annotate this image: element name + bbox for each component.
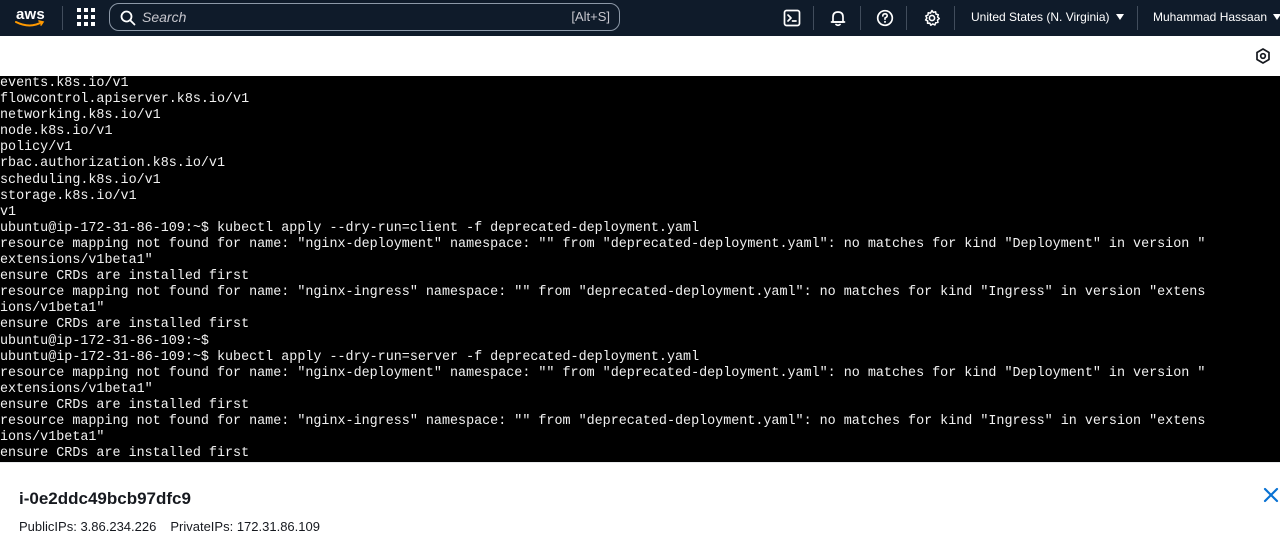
- terminal-line: resource mapping not found for name: "ng…: [0, 236, 1206, 252]
- terminal-line: ions/v1beta1": [0, 430, 105, 446]
- search-icon: [120, 10, 136, 26]
- help-icon[interactable]: [875, 8, 895, 28]
- terminal-line: resource mapping not found for name: "ng…: [0, 413, 1206, 429]
- terminal-line: storage.k8s.io/v1: [0, 188, 137, 204]
- terminal-line: ensure CRDs are installed first: [0, 446, 250, 462]
- terminal-line: node.k8s.io/v1: [0, 124, 113, 140]
- terminal-line: scheduling.k8s.io/v1: [0, 172, 161, 188]
- terminal-line: ensure CRDs are installed first: [0, 397, 250, 413]
- private-ips-label: PrivateIPs:: [170, 519, 234, 534]
- region-selector[interactable]: United States (N. Virginia): [971, 10, 1124, 24]
- chevron-down-icon: [1273, 14, 1280, 20]
- instance-ips: PublicIPs: 3.86.234.226 PrivateIPs: 172.3…: [19, 519, 320, 534]
- search-input[interactable]: [142, 8, 522, 26]
- aws-smile-icon: [15, 20, 45, 27]
- terminal-lines: events.k8s.io/v1 flowcontrol.apiserver.k8…: [0, 76, 1205, 462]
- session-settings-icon[interactable]: [1255, 48, 1271, 69]
- region-label: United States (N. Virginia): [971, 10, 1110, 24]
- aws-logo[interactable]: aws: [14, 6, 48, 30]
- notifications-bell-icon[interactable]: [828, 8, 848, 28]
- terminal-line: resource mapping not found for name: "ng…: [0, 365, 1206, 381]
- terminal-line: extensions/v1beta1": [0, 253, 153, 269]
- user-name: Muhammad Hassaan: [1153, 10, 1268, 24]
- session-toolbar: [0, 36, 1280, 76]
- nav-divider: [1137, 6, 1138, 30]
- terminal-line: events.k8s.io/v1: [0, 76, 129, 91]
- nav-divider: [954, 6, 955, 30]
- search-shortcut-hint: [Alt+S]: [571, 9, 610, 24]
- terminal-line: resource mapping not found for name: "ng…: [0, 285, 1206, 301]
- user-menu[interactable]: Muhammad Hassaan: [1153, 10, 1280, 24]
- search-bar[interactable]: [Alt+S]: [109, 3, 620, 31]
- nav-divider: [813, 6, 814, 30]
- terminal-line: ensure CRDs are installed first: [0, 269, 250, 285]
- nav-divider: [860, 6, 861, 30]
- instance-id: i-0e2ddc49bcb97dfc9: [19, 489, 191, 508]
- terminal-line: v1: [0, 204, 17, 220]
- terminal-line: extensions/v1beta1": [0, 381, 153, 397]
- settings-gear-icon[interactable]: [922, 8, 942, 28]
- chevron-down-icon: [1115, 14, 1124, 20]
- cloudshell-icon[interactable]: [782, 8, 802, 28]
- instance-info-panel: i-0e2ddc49bcb97dfc9 PublicIPs: 3.86.234.…: [0, 462, 1280, 560]
- public-ips-value: 3.86.234.226: [80, 519, 157, 534]
- terminal-output[interactable]: events.k8s.io/v1 flowcontrol.apiserver.k8…: [0, 76, 1280, 462]
- terminal-line: ubuntu@ip-172-31-86-109:~$: [0, 333, 209, 349]
- apps-grid-icon[interactable]: [77, 8, 95, 26]
- nav-divider: [906, 6, 907, 30]
- terminal-line: policy/v1: [0, 140, 73, 156]
- private-ips-value: 172.31.86.109: [236, 519, 320, 534]
- terminal-line: ensure CRDs are installed first: [0, 317, 250, 333]
- public-ips-label: PublicIPs:: [19, 519, 77, 534]
- close-icon[interactable]: [1263, 487, 1279, 503]
- terminal-line: networking.k8s.io/v1: [0, 108, 161, 124]
- terminal-line: flowcontrol.apiserver.k8s.io/v1: [0, 92, 250, 108]
- terminal-line: ubuntu@ip-172-31-86-109:~$ kubectl apply…: [0, 220, 700, 236]
- nav-divider: [62, 6, 63, 30]
- terminal-line: ubuntu@ip-172-31-86-109:~$ kubectl apply…: [0, 349, 700, 365]
- terminal-line: ions/v1beta1": [0, 301, 105, 317]
- top-navigation-bar: aws [Alt+S]: [0, 0, 1280, 36]
- terminal-line: rbac.authorization.k8s.io/v1: [0, 156, 225, 172]
